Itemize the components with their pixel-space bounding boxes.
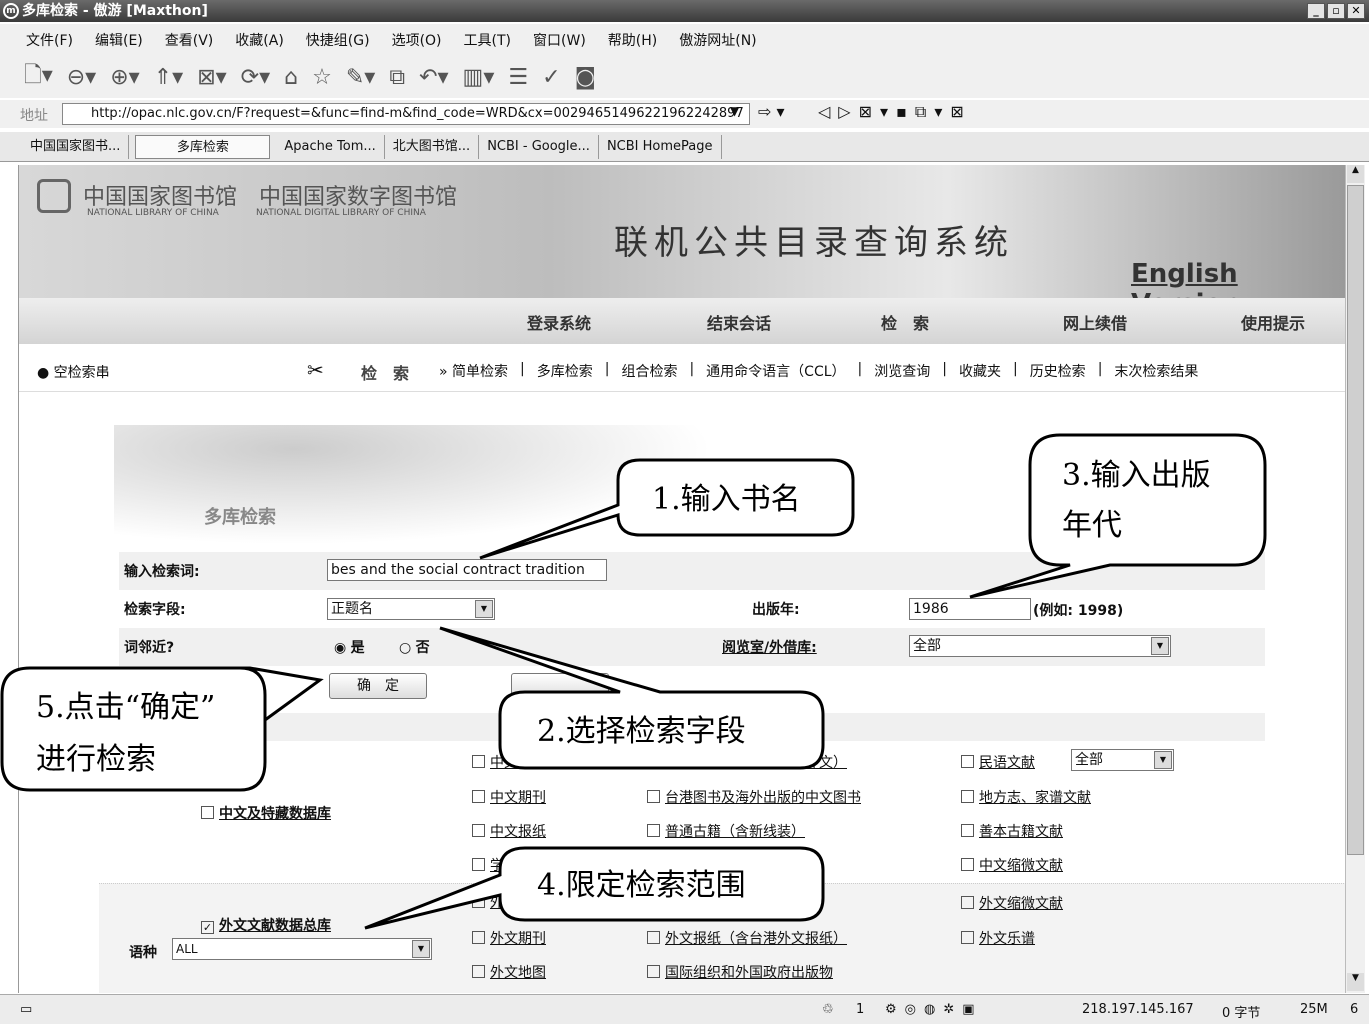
- callout-4-text: 4.限定检索范围: [537, 868, 746, 903]
- callout-5-text-line2: 进行检索: [36, 742, 156, 777]
- callout-1-text: 1.输入书名: [652, 482, 801, 517]
- status-number: 6: [1350, 1002, 1359, 1017]
- memory-usage: 25M: [1300, 1002, 1328, 1017]
- callout-5-text-line1: 5.点击“确定”: [36, 690, 216, 725]
- closed-count: 1: [856, 1002, 865, 1017]
- status-bar: ▭ ♲ 1 ⚙◎◍✲▣ 218.197.145.167 0 字节 25M 6: [0, 994, 1369, 1024]
- page-icon: ▭: [20, 1002, 33, 1017]
- bytes-count: 0 字节: [1222, 1006, 1261, 1021]
- callout-3-text-line1: 3.输入出版: [1062, 458, 1211, 493]
- callout-2-text: 2.选择检索字段: [537, 714, 746, 749]
- trash-icon[interactable]: ♲: [822, 1002, 834, 1017]
- status-tool-icons[interactable]: ⚙◎◍✲▣: [885, 1002, 983, 1017]
- callout-3-text-line2: 年代: [1062, 508, 1122, 543]
- ip-address: 218.197.145.167: [1082, 1002, 1194, 1017]
